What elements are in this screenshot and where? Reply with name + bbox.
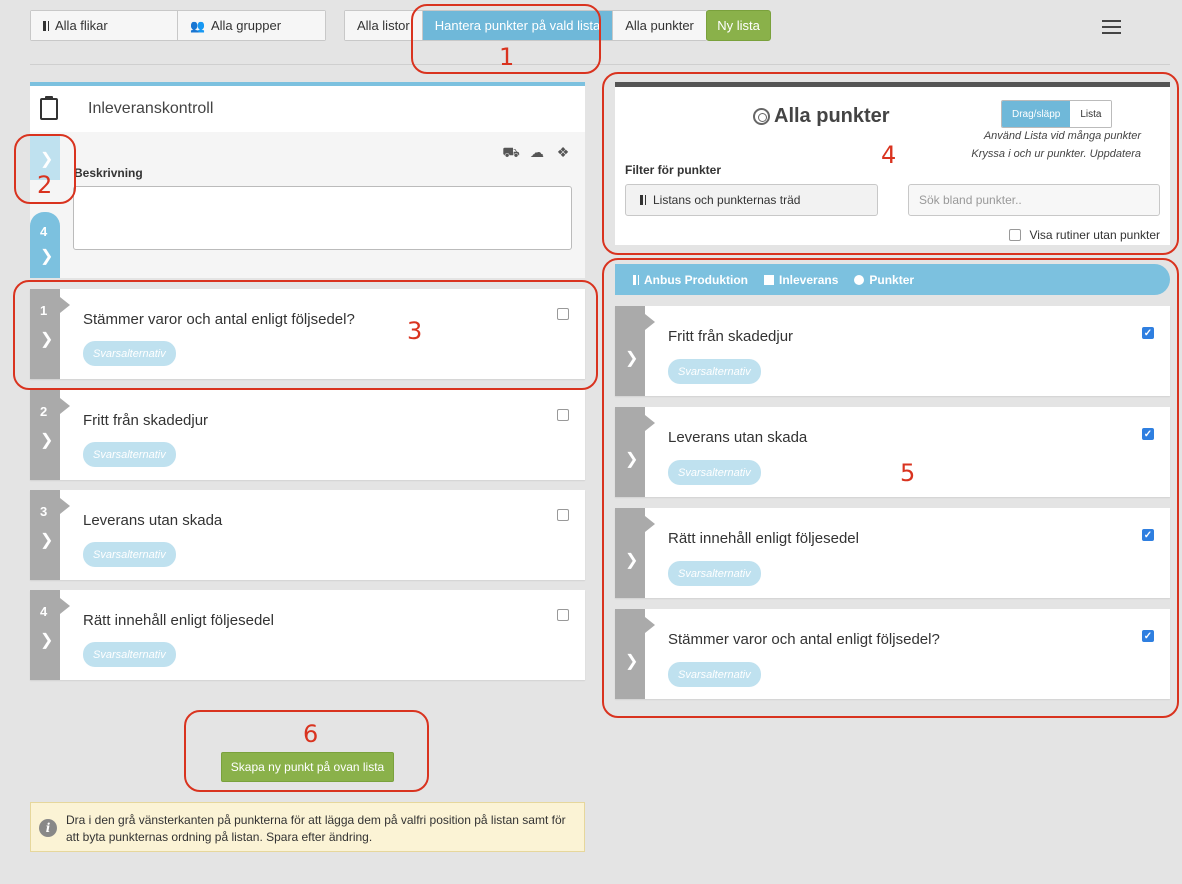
annotation-box-5 xyxy=(602,258,1179,718)
description-textarea[interactable] xyxy=(73,186,572,250)
item-text: Leverans utan skada xyxy=(83,512,223,529)
item-text: Rätt innehåll enligt följesedel xyxy=(83,612,274,629)
drag-handle[interactable]: 4 ❯ xyxy=(30,590,70,680)
info-box: i Dra i den grå vänsterkanten på punkter… xyxy=(30,802,585,852)
info-text: Dra i den grå vänsterkanten på punkterna… xyxy=(66,813,566,844)
item-number: 4 xyxy=(40,604,48,619)
item-checkbox[interactable] xyxy=(557,409,569,421)
list-title: Inleveranskontroll xyxy=(88,100,214,117)
download-cloud-icon[interactable]: ☁ xyxy=(528,144,546,163)
chevron-right-icon: ❯ xyxy=(40,248,54,265)
drag-handle[interactable]: 3 ❯ xyxy=(30,490,70,580)
all-groups-button[interactable]: 👥 Alla grupper xyxy=(178,11,325,40)
description-label: Beskrivning xyxy=(74,166,143,180)
item-count-tab[interactable]: 4 ❯ xyxy=(30,212,60,278)
item-number: 3 xyxy=(40,504,48,519)
chevron-right-icon: ❯ xyxy=(40,632,54,649)
item-count: 4 xyxy=(40,224,48,239)
description-tools: ⛟ ☁ ❖ xyxy=(502,144,572,163)
annotation-number: 4 xyxy=(881,141,897,169)
annotation-number: 6 xyxy=(303,720,319,748)
all-groups-label: Alla grupper xyxy=(210,18,282,33)
clipboard-icon xyxy=(40,96,58,120)
drag-handle[interactable]: 2 ❯ xyxy=(30,390,70,480)
answer-options-badge[interactable]: Svarsalternativ xyxy=(83,442,176,467)
item-number: 2 xyxy=(40,404,48,419)
bookmark-icon xyxy=(43,20,49,31)
new-list-button[interactable]: Ny lista xyxy=(706,10,771,41)
tabs-groups-button-group: Alla flikar 👥 Alla grupper xyxy=(30,10,326,41)
chevron-right-icon: ❯ xyxy=(40,432,54,449)
annotation-box-3 xyxy=(13,280,598,390)
answer-options-badge[interactable]: Svarsalternativ xyxy=(83,542,176,567)
hamburger-icon[interactable] xyxy=(1102,20,1121,34)
users-icon: 👥 xyxy=(190,18,205,33)
annotation-number: 2 xyxy=(37,171,53,199)
item-checkbox[interactable] xyxy=(557,609,569,621)
all-points-button[interactable]: Alla punkter xyxy=(613,11,706,40)
divider xyxy=(30,64,1170,65)
item-text: Fritt från skadedjur xyxy=(83,412,209,429)
annotation-number: 5 xyxy=(900,459,916,487)
all-tabs-button[interactable]: Alla flikar xyxy=(31,11,178,40)
cubes-icon[interactable]: ❖ xyxy=(554,144,572,163)
item-checkbox[interactable] xyxy=(557,509,569,521)
info-icon: i xyxy=(39,819,57,837)
all-tabs-label: Alla flikar xyxy=(55,18,108,33)
list-item[interactable]: 4 ❯ Rätt innehåll enligt följesedel Svar… xyxy=(30,590,585,680)
chevron-right-icon: ❯ xyxy=(40,532,54,549)
truck-icon[interactable]: ⛟ xyxy=(502,144,520,163)
list-header: Inleveranskontroll xyxy=(30,82,585,132)
list-item[interactable]: 2 ❯ Fritt från skadedjur Svarsalternativ xyxy=(30,390,585,480)
annotation-number: 3 xyxy=(407,317,423,345)
annotation-number: 1 xyxy=(499,43,515,71)
answer-options-badge[interactable]: Svarsalternativ xyxy=(83,642,176,667)
list-item[interactable]: 3 ❯ Leverans utan skada Svarsalternativ xyxy=(30,490,585,580)
